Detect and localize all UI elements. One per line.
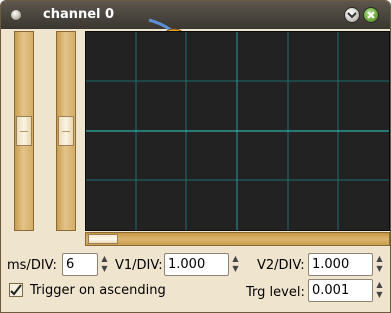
- chevron-down-icon[interactable]: ▼: [230, 264, 241, 274]
- channel-1-level-slider[interactable]: [14, 31, 34, 231]
- ms-div-label: ms/DIV:: [7, 258, 57, 273]
- ms-div-value[interactable]: 6: [66, 257, 74, 273]
- v1-div-stepper[interactable]: ▲ ▼: [230, 254, 241, 275]
- chevron-up-icon[interactable]: ▲: [230, 254, 241, 264]
- trg-level-spinbox[interactable]: 0.001 ▲ ▼: [308, 279, 383, 302]
- channel-2-level-slider[interactable]: [56, 31, 76, 231]
- chevron-up-icon[interactable]: ▲: [374, 280, 385, 290]
- chevron-down-icon[interactable]: ▼: [99, 264, 110, 274]
- oscilloscope-display[interactable]: [85, 31, 390, 231]
- window-menu-icon[interactable]: [11, 10, 21, 20]
- v2-div-stepper[interactable]: ▲ ▼: [374, 254, 385, 275]
- time-scrollbar[interactable]: [85, 232, 390, 246]
- chevron-up-icon[interactable]: ▲: [99, 254, 110, 264]
- v2-div-value[interactable]: 1.000: [312, 257, 349, 273]
- trg-level-value[interactable]: 0.001: [312, 283, 349, 299]
- channel-window: channel 0 ms/DIV: 6 ▲ ▼ V1/DIV: 1.000 ▲ …: [0, 0, 391, 313]
- trigger-label[interactable]: Trigger on ascending: [30, 283, 166, 299]
- chevron-down-icon[interactable]: ▼: [374, 290, 385, 300]
- scrollbar-handle[interactable]: [88, 234, 118, 244]
- v1-div-spinbox[interactable]: 1.000 ▲ ▼: [164, 253, 239, 276]
- close-button[interactable]: [363, 7, 379, 23]
- slider-handle[interactable]: [16, 116, 32, 146]
- minimize-button[interactable]: [344, 7, 360, 23]
- ms-div-spinbox[interactable]: 6 ▲ ▼: [62, 253, 108, 276]
- chevron-up-icon[interactable]: ▲: [374, 254, 385, 264]
- v1-div-label: V1/DIV:: [115, 258, 163, 273]
- trg-level-stepper[interactable]: ▲ ▼: [374, 280, 385, 301]
- scope-grid: [86, 32, 389, 230]
- v1-div-value[interactable]: 1.000: [168, 257, 205, 273]
- ms-div-stepper[interactable]: ▲ ▼: [99, 254, 110, 275]
- chevron-down-icon[interactable]: ▼: [374, 264, 385, 274]
- v2-div-label: V2/DIV:: [257, 258, 305, 273]
- chevron-down-icon: [347, 12, 357, 19]
- v2-div-spinbox[interactable]: 1.000 ▲ ▼: [308, 253, 383, 276]
- close-icon: [367, 11, 375, 19]
- trigger-checkbox[interactable]: [9, 283, 23, 297]
- trg-level-label: Trg level:: [246, 285, 305, 300]
- slider-handle[interactable]: [58, 116, 74, 146]
- window-title: channel 0: [43, 7, 115, 22]
- title-bar[interactable]: channel 0: [1, 1, 390, 29]
